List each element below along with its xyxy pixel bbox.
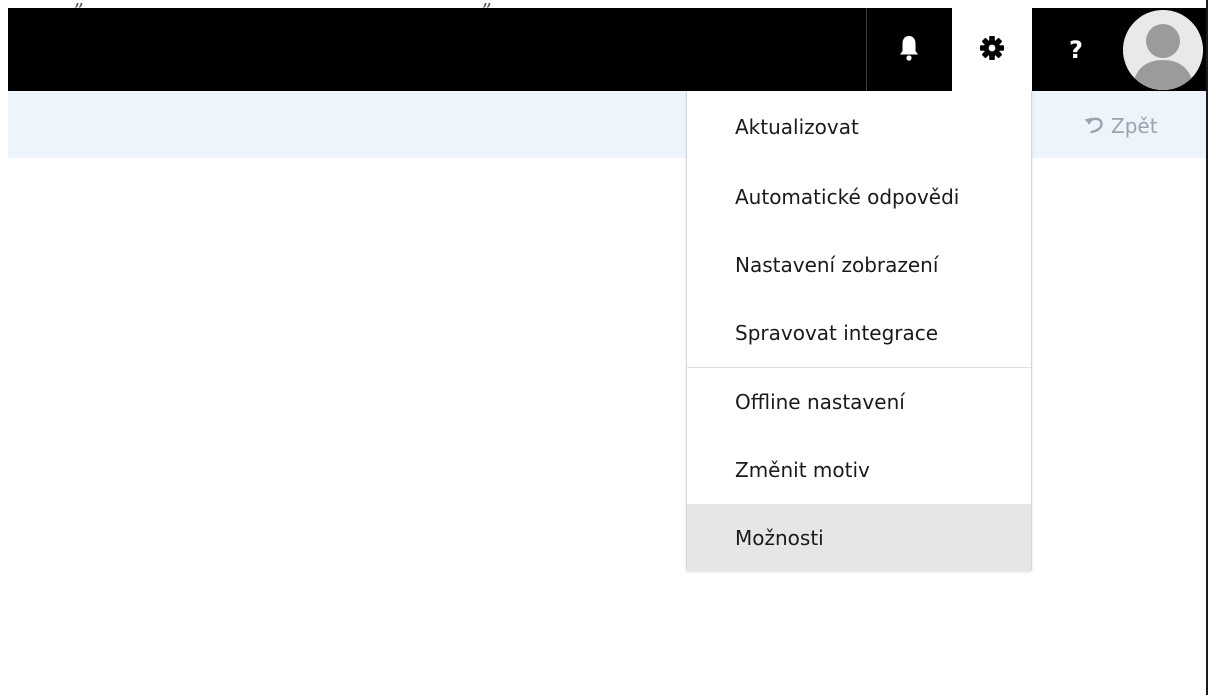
bell-icon xyxy=(898,34,920,66)
notifications-button[interactable] xyxy=(876,8,942,91)
menu-item-manage-integrations[interactable]: Spravovat integrace xyxy=(687,299,1031,367)
undo-button[interactable]: Zpět xyxy=(1083,112,1158,140)
menu-item-label: Spravovat integrace xyxy=(735,321,939,345)
account-button[interactable] xyxy=(1120,8,1206,91)
avatar-icon xyxy=(1123,9,1203,90)
menu-item-offline-settings[interactable]: Offline nastavení xyxy=(687,368,1031,436)
menu-item-automatic-replies[interactable]: Automatické odpovědi xyxy=(687,163,1031,231)
help-button[interactable]: ? xyxy=(1048,8,1104,91)
menu-item-label: Nastavení zobrazení xyxy=(735,253,939,277)
menu-item-display-settings[interactable]: Nastavení zobrazení xyxy=(687,231,1031,299)
gear-icon xyxy=(979,35,1005,65)
undo-icon xyxy=(1083,114,1105,139)
menu-item-label: Změnit motiv xyxy=(735,458,870,482)
menu-item-label: Offline nastavení xyxy=(735,390,905,414)
settings-button[interactable] xyxy=(952,8,1032,91)
menu-item-options[interactable]: Možnosti xyxy=(687,504,1031,572)
top-quote-mark-right: „ xyxy=(482,0,492,10)
settings-dropdown-menu: Aktualizovat Automatické odpovědi Nastav… xyxy=(686,91,1032,572)
menu-item-label: Automatické odpovědi xyxy=(735,185,960,209)
menu-item-refresh[interactable]: Aktualizovat xyxy=(687,91,1031,163)
menu-item-change-theme[interactable]: Změnit motiv xyxy=(687,436,1031,504)
app-window: „ „ xyxy=(0,0,1214,695)
undo-label: Zpět xyxy=(1111,114,1158,138)
menu-item-label: Možnosti xyxy=(735,526,824,550)
window-right-edge xyxy=(1206,0,1208,695)
topbar-separator xyxy=(866,8,867,91)
menu-item-label: Aktualizovat xyxy=(735,115,859,139)
help-icon: ? xyxy=(1069,35,1083,64)
top-quote-mark-left: „ xyxy=(74,0,84,10)
